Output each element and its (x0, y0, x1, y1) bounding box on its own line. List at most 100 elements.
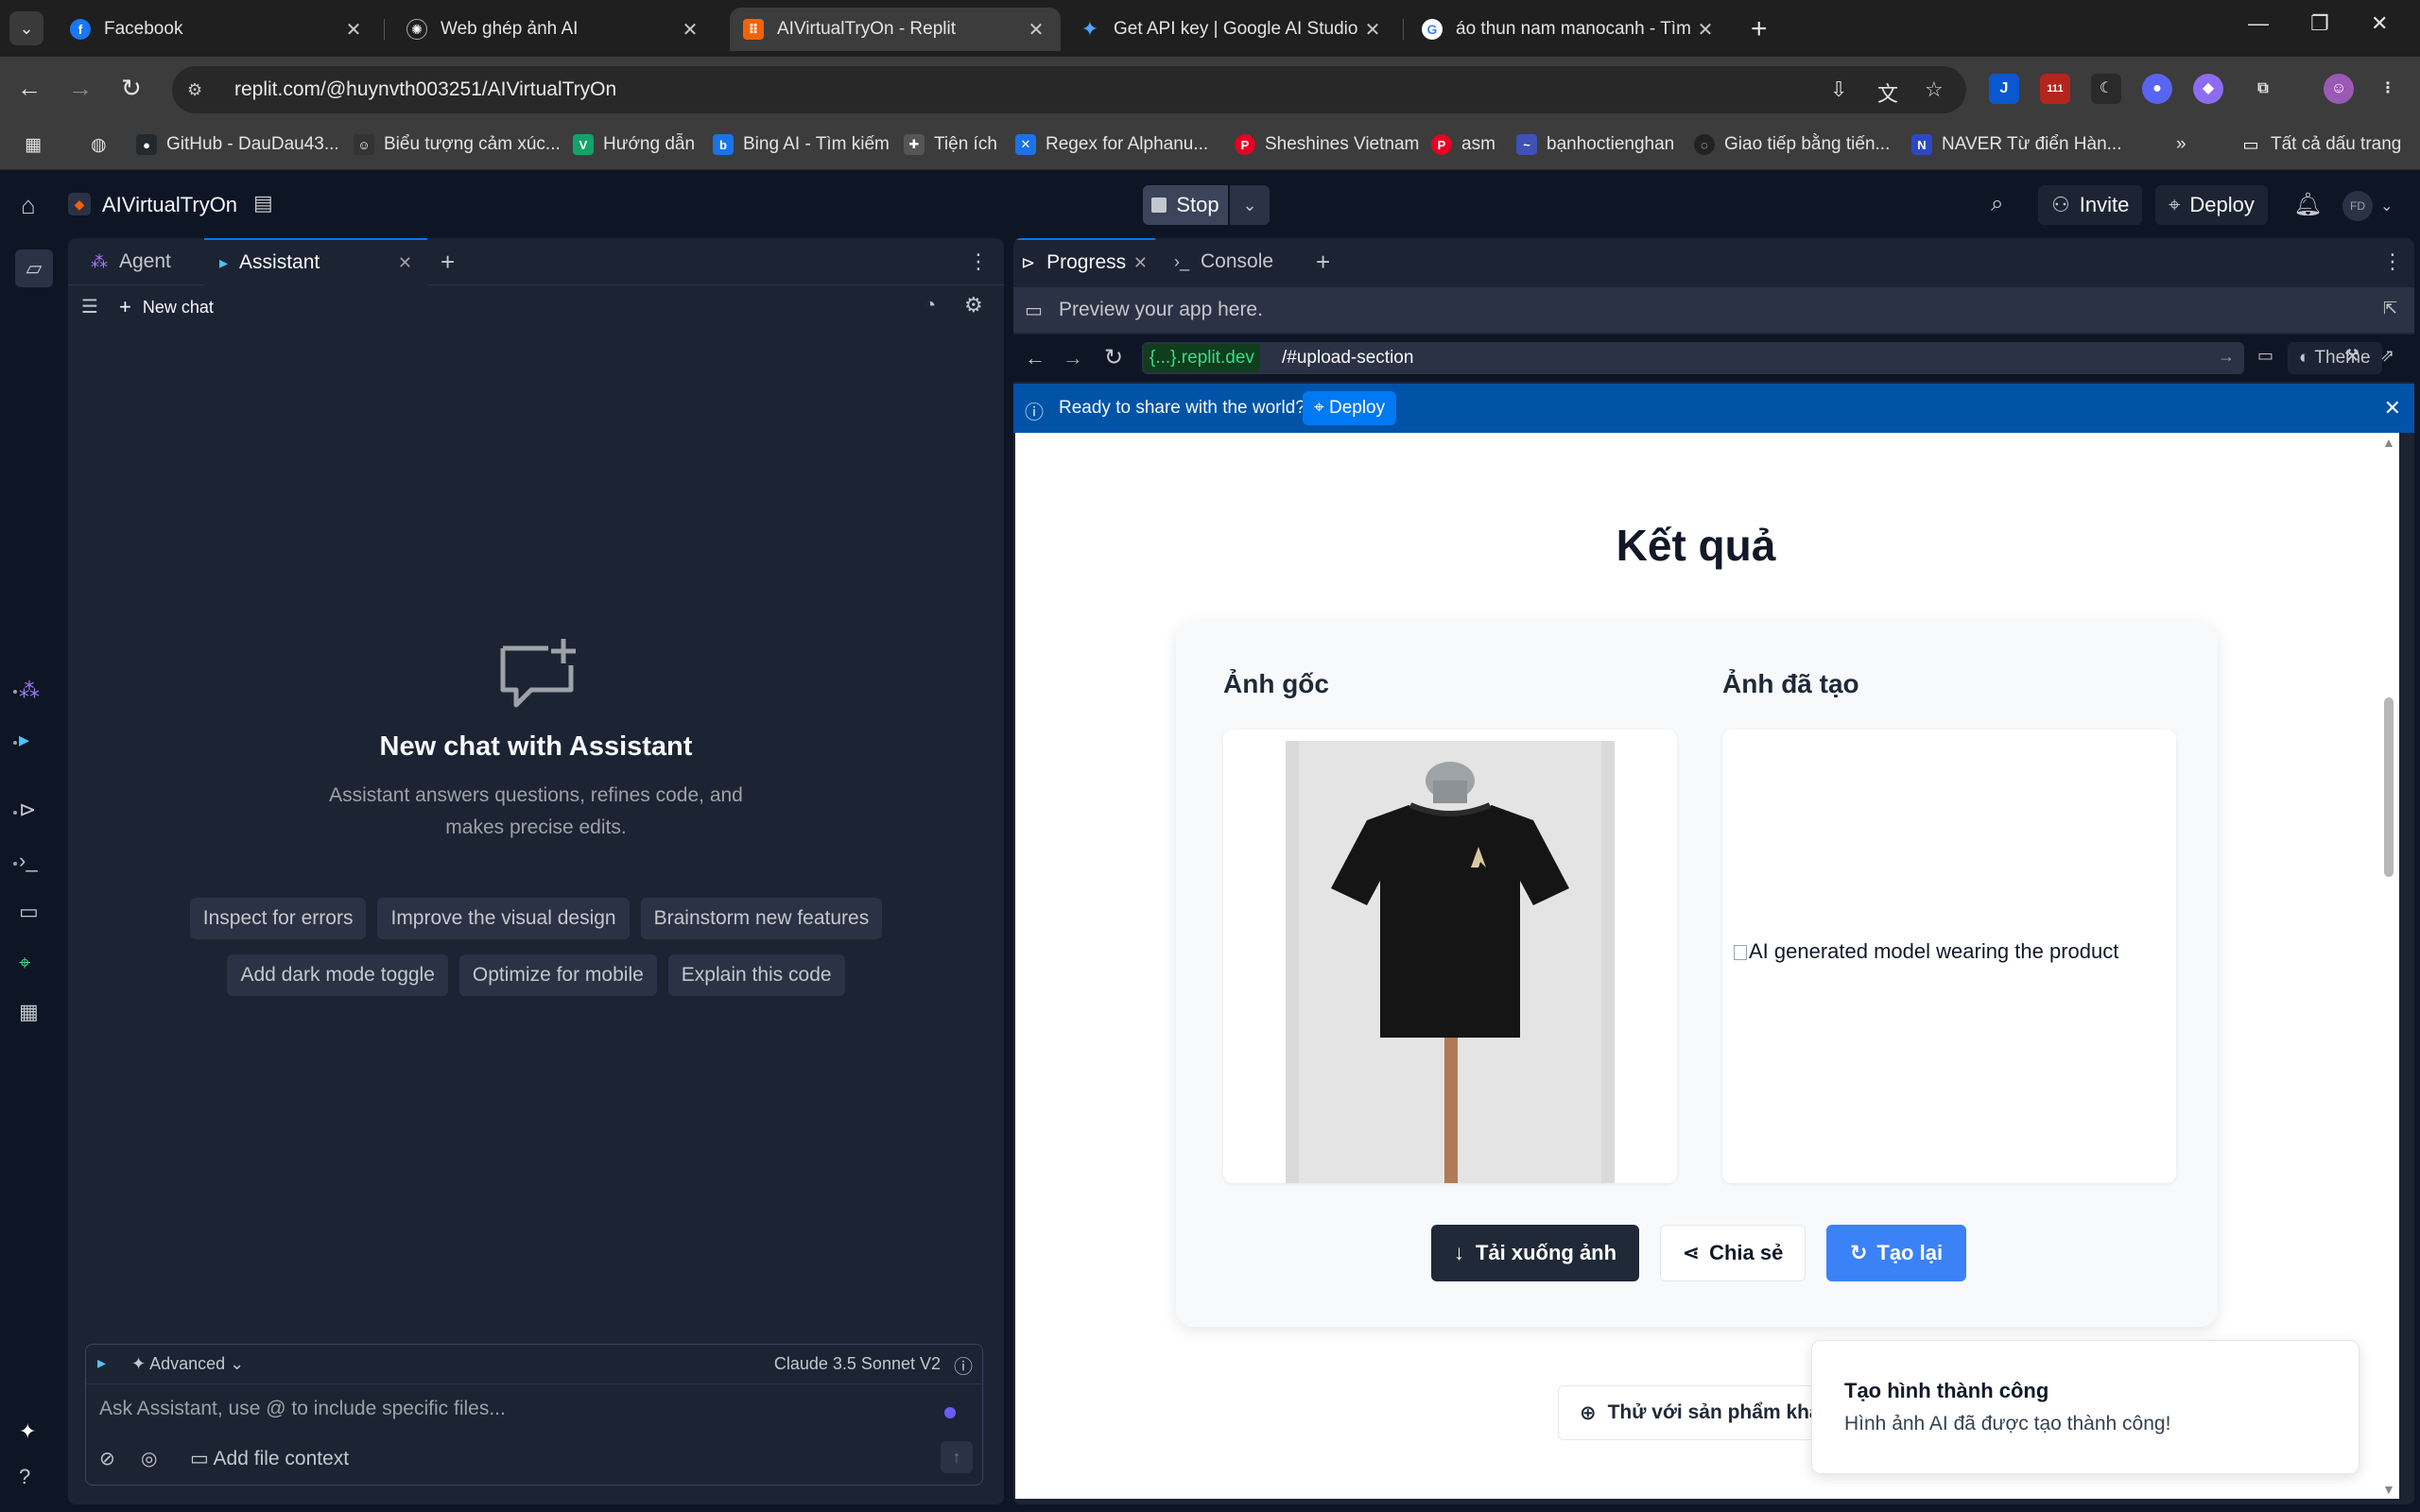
site-info-icon[interactable]: ⚙ (187, 80, 216, 100)
chat-input[interactable]: Ask Assistant, use @ to include specific… (99, 1398, 506, 1420)
bookmark-bing[interactable]: b Bing AI - Tìm kiếm (713, 134, 890, 155)
sparkle-icon[interactable]: ✦ (19, 1419, 36, 1444)
settings-gear-icon[interactable]: ⚙ (964, 293, 983, 318)
tab-agent[interactable]: ⁂ Agent (78, 238, 184, 285)
open-new-tab-icon[interactable]: ⇗ (2380, 346, 2394, 366)
close-icon[interactable]: ✕ (679, 18, 701, 42)
bookmark-banhoc[interactable]: ~ bạnhoctienghan (1516, 134, 1674, 155)
reload-icon[interactable]: ↻ (121, 74, 142, 103)
bookmark-tien-ich[interactable]: ✚ Tiện ích (904, 134, 997, 155)
bookmark-emoji[interactable]: ☺ Biểu tượng cảm xúc... (354, 134, 561, 155)
forward-icon[interactable]: → (68, 74, 93, 103)
browser-tab-google[interactable]: G áo thun nam manocanh - Tìm t ✕ (1409, 8, 1730, 51)
restore-icon[interactable]: ❐ (2310, 11, 2329, 36)
bookmark-asm[interactable]: Pasm (1431, 134, 1495, 155)
forward-icon[interactable]: → (1063, 346, 1083, 370)
suggestion-explain-code[interactable]: Explain this code (667, 954, 845, 996)
pane-menu-icon[interactable]: ⋮ (968, 238, 989, 285)
run-options-caret-icon[interactable]: ⌄ (1230, 185, 1270, 225)
all-bookmarks[interactable]: ▭ Tất cả dấu trang (2240, 134, 2401, 155)
deployments-icon[interactable]: ⌖ (19, 951, 30, 975)
reload-icon[interactable]: ↻ (1104, 344, 1123, 371)
extensions-puzzle-icon[interactable]: ⧉ (2248, 74, 2278, 104)
close-icon[interactable]: ✕ (1361, 18, 1384, 42)
close-icon[interactable]: ✕ (1025, 18, 1047, 42)
address-bar[interactable]: ⚙ replit.com/@huynvth003251/AIVirtualTry… (172, 66, 1966, 113)
assistant-icon[interactable]: ▸ (19, 728, 29, 752)
install-app-icon[interactable]: ⇩ (1830, 77, 1847, 102)
add-tab-button[interactable]: + (1316, 238, 1330, 285)
pane-menu-icon[interactable]: ⋮ (2382, 238, 2403, 285)
stop-button[interactable]: Stop (1143, 185, 1228, 225)
close-icon[interactable]: ✕ (342, 18, 365, 42)
help-icon[interactable]: ? (19, 1465, 30, 1489)
bookmark-naver[interactable]: N NAVER Từ điển Hàn... (1911, 134, 2121, 155)
attach-icon[interactable]: ⊘ (99, 1447, 115, 1470)
webview-icon[interactable]: ▭ (19, 900, 39, 924)
suggestion-brainstorm[interactable]: Brainstorm new features (640, 898, 883, 939)
browser-tab-web-ghep-anh[interactable]: ✺ Web ghép ảnh AI ✕ (393, 8, 715, 51)
scroll-up-icon[interactable]: ▲ (2382, 435, 2395, 450)
chrome-menu-icon[interactable]: ⋮ (2373, 74, 2403, 104)
purple-extension-icon[interactable]: ◆ (2193, 74, 2223, 104)
bookmark-regex[interactable]: ✕ Regex for Alphanu... (1015, 134, 1208, 155)
tab-search-button[interactable]: ⌄ (9, 11, 43, 45)
discord-extension-icon[interactable]: ● (2142, 74, 2172, 104)
suggestion-inspect-errors[interactable]: Inspect for errors (189, 898, 367, 939)
usage-gauge-icon[interactable]: ◔ (925, 295, 936, 317)
tab-progress[interactable]: ⊳ Progress ✕ (1013, 238, 1155, 285)
browser-tab-ai-studio[interactable]: ✦ Get API key | Google AI Studio ✕ (1066, 8, 1397, 51)
files-icon[interactable]: ▱ (15, 249, 53, 287)
notifications-bell-icon[interactable]: 🔔︎ (2293, 191, 2322, 218)
webview-scrollbar[interactable] (2384, 697, 2394, 877)
new-tab-button[interactable]: + (1751, 13, 1768, 45)
calendar-extension-icon[interactable]: 111 (2040, 74, 2070, 104)
browser-tab-replit[interactable]: ⠿ AIVirtualTryOn - Replit ✕ (730, 8, 1061, 51)
agent-icon[interactable]: ⁂ (19, 679, 40, 703)
bookmark-sheshines[interactable]: P Sheshines Vietnam (1235, 134, 1419, 155)
add-file-context-button[interactable]: ▭ Add file context (190, 1447, 349, 1470)
home-icon[interactable]: ⌂ (21, 191, 36, 220)
more-bookmarks-icon[interactable]: » (2176, 134, 2187, 155)
close-icon[interactable]: ✕ (2384, 396, 2401, 421)
apps-icon[interactable]: ▦ (25, 134, 42, 156)
suggestion-dark-mode[interactable]: Add dark mode toggle (227, 954, 448, 996)
tab-assistant[interactable]: ▸ Assistant ✕ (204, 238, 427, 285)
download-image-button[interactable]: ↓ Tải xuống ảnh (1431, 1225, 1639, 1281)
close-icon[interactable]: ✕ (1694, 18, 1717, 42)
mode-selector[interactable]: ✦ Advanced ⌄ (131, 1354, 244, 1374)
console-icon[interactable]: ›_ (19, 849, 38, 873)
bookmark-huong-dan[interactable]: V Hướng dẫn (573, 134, 695, 155)
search-icon[interactable]: ⌕ (1991, 191, 2003, 217)
popout-icon[interactable]: ⇱ (2383, 299, 2397, 318)
webview-url-input[interactable]: {...}.replit.dev /#upload-section → (1142, 342, 2244, 374)
chat-history-icon[interactable]: ☰ (81, 295, 98, 318)
translate-icon[interactable]: 文 (1877, 77, 1898, 108)
database-icon[interactable]: ▤ (253, 191, 273, 215)
regenerate-button[interactable]: ↻ Tạo lại (1826, 1225, 1966, 1281)
try-other-product-button[interactable]: ⊕ Thử với sản phẩm khá (1558, 1385, 1823, 1440)
bookmark-github[interactable]: ● GitHub - DauDau43... (136, 134, 339, 155)
profile-avatar-icon[interactable]: ☺ (2324, 74, 2354, 104)
avatar[interactable]: FD (2342, 191, 2373, 221)
back-icon[interactable]: ← (1025, 346, 1046, 370)
suggestion-improve-design[interactable]: Improve the visual design (377, 898, 630, 939)
suggestion-optimize-mobile[interactable]: Optimize for mobile (458, 954, 657, 996)
window-close-icon[interactable]: ✕ (2371, 11, 2388, 36)
close-icon[interactable]: ✕ (398, 253, 412, 273)
progress-icon[interactable]: ⊳ (19, 798, 36, 822)
all-tools-icon[interactable]: ▦ (19, 1000, 39, 1024)
theme-button[interactable]: ◐ Theme (2288, 342, 2382, 374)
tab-console[interactable]: ›_ Console (1167, 238, 1281, 285)
share-button[interactable]: ⋖ Chia sẻ (1660, 1225, 1806, 1281)
send-button[interactable]: ↑ (941, 1441, 973, 1473)
browser-tab-facebook[interactable]: f Facebook ✕ (57, 8, 378, 51)
device-icon[interactable]: ▭ (2257, 346, 2273, 366)
j-extension-icon[interactable]: J (1989, 74, 2019, 104)
project-name[interactable]: AIVirtualTryOn (102, 193, 237, 217)
invite-button[interactable]: ⚇ Invite (2038, 185, 2143, 225)
address-url[interactable]: replit.com/@huynvth003251/AIVirtualTryOn (234, 78, 616, 101)
globe-icon[interactable]: ◍ (91, 134, 107, 156)
bookmark-giao-tiep[interactable]: ◌ Giao tiếp bằng tiến... (1694, 134, 1890, 155)
moon-extension-icon[interactable]: ☾ (2091, 74, 2121, 104)
